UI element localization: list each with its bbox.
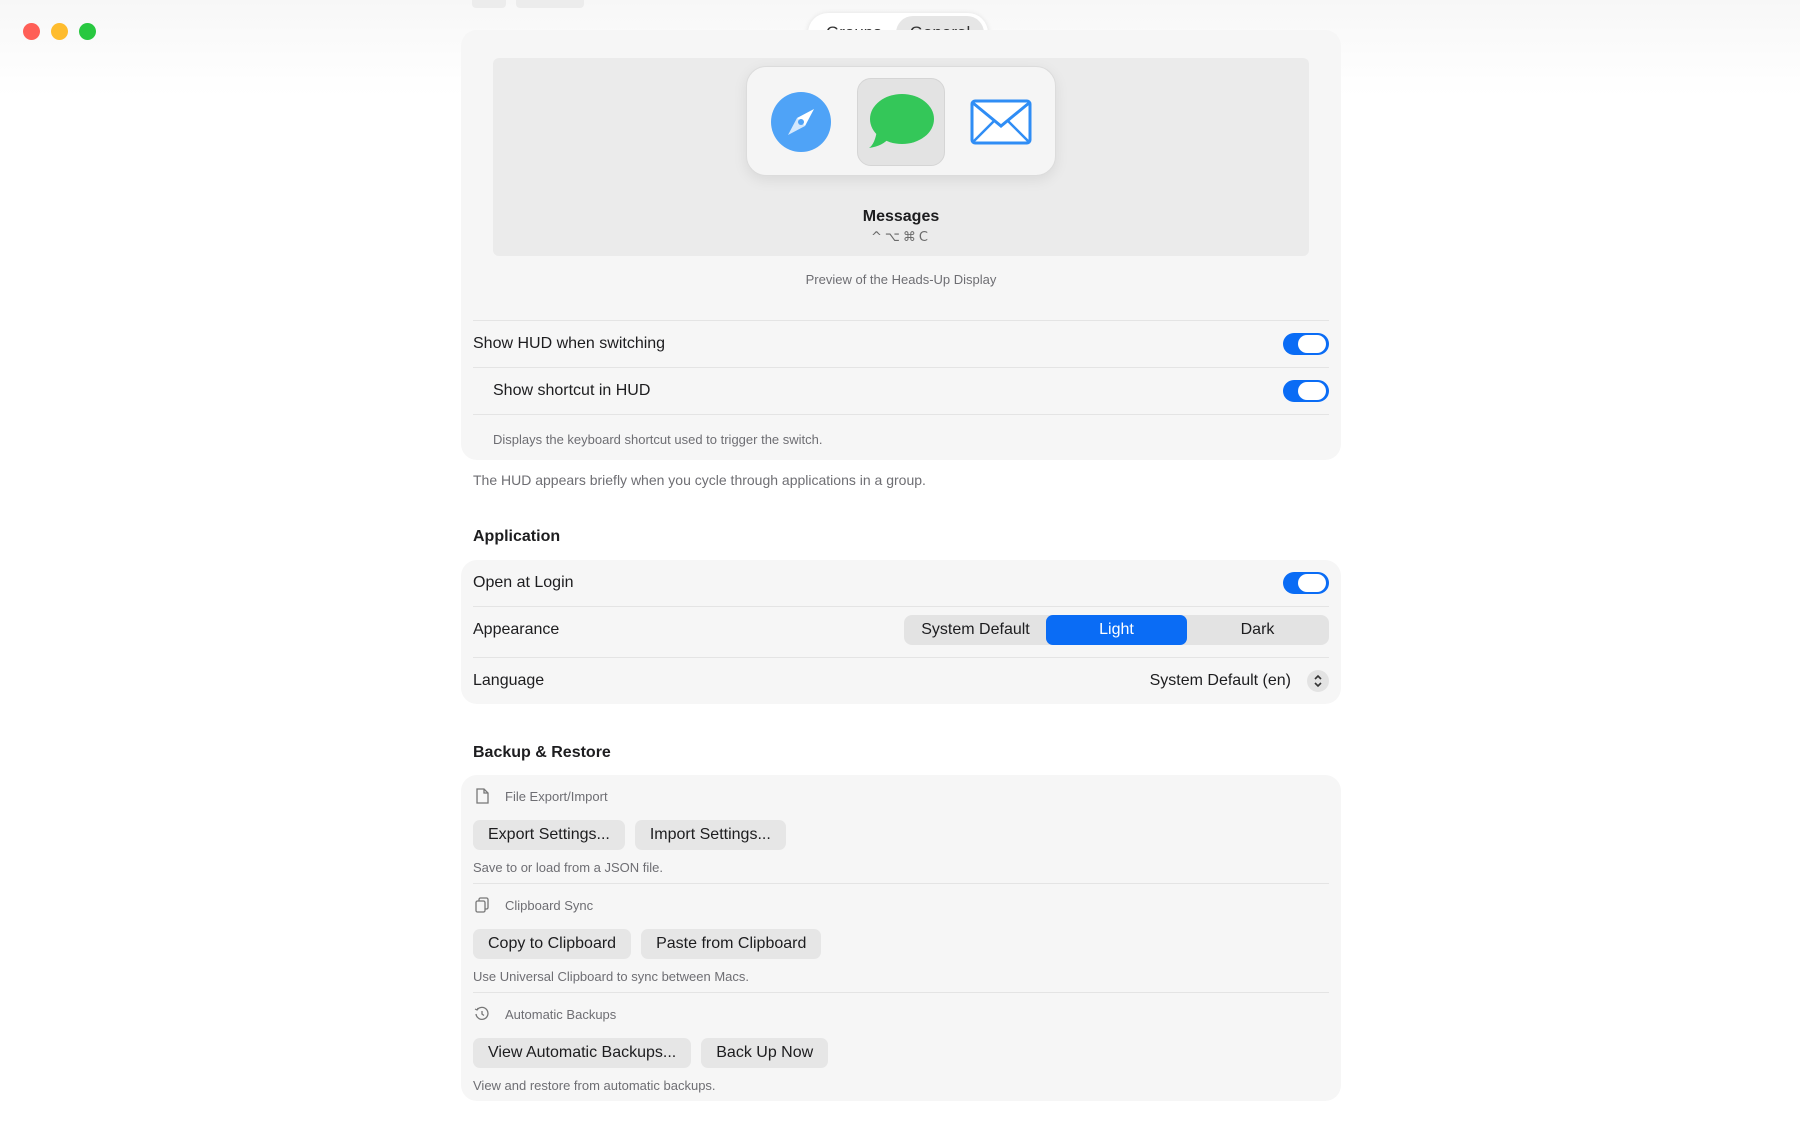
hud-panel	[746, 66, 1056, 176]
hud-app-mail	[957, 78, 1045, 166]
import-settings-button[interactable]: Import Settings...	[634, 820, 786, 850]
traffic-lights	[23, 23, 96, 40]
hud-settings-card: Messages ^⌥⌘C Preview of the Heads-Up Di…	[461, 30, 1341, 460]
show-shortcut-row: Show shortcut in HUD	[493, 368, 1329, 414]
hud-preview: Messages ^⌥⌘C	[493, 58, 1309, 256]
appearance-option-system-default[interactable]: System Default	[905, 615, 1046, 645]
document-icon	[473, 787, 491, 805]
settings-window: Groups General	[0, 0, 1800, 1125]
hud-shortcut: ^⌥⌘C	[871, 230, 931, 245]
appearance-row: Appearance System Default Light Dark	[473, 607, 1329, 653]
envelope-icon	[970, 99, 1032, 145]
show-shortcut-label: Show shortcut in HUD	[493, 382, 651, 399]
minimize-window-button[interactable]	[51, 23, 68, 40]
appearance-option-dark[interactable]: Dark	[1187, 615, 1328, 645]
hud-app-messages	[857, 78, 945, 166]
group-note: Save to or load from a JSON file.	[473, 860, 664, 875]
appearance-option-light[interactable]: Light	[1046, 615, 1187, 645]
view-automatic-backups-button[interactable]: View Automatic Backups...	[473, 1038, 692, 1068]
group-title: Clipboard Sync	[505, 897, 594, 913]
preview-caption: Preview of the Heads-Up Display	[805, 272, 997, 287]
zoom-window-button[interactable]	[79, 23, 96, 40]
language-label: Language	[473, 672, 545, 689]
show-shortcut-note: Displays the keyboard shortcut used to t…	[493, 432, 823, 447]
show-hud-label: Show HUD when switching	[473, 335, 666, 352]
divider	[473, 883, 1329, 884]
group-title: File Export/Import	[505, 788, 608, 804]
show-shortcut-toggle[interactable]	[1283, 380, 1329, 402]
backup-card: File Export/Import Export Settings... Im…	[461, 775, 1341, 1101]
backup-group-automatic: Automatic Backups View Automatic Backups…	[473, 1004, 1329, 1093]
scrolled-content-edge	[472, 0, 584, 8]
history-clock-icon	[473, 1005, 491, 1023]
language-row: Language System Default (en)	[473, 658, 1329, 704]
chevron-up-down-icon	[1307, 670, 1329, 692]
hud-app-safari	[757, 78, 845, 166]
application-section-title: Application	[473, 528, 561, 545]
group-note: View and restore from automatic backups.	[473, 1078, 716, 1093]
application-card: Open at Login Appearance System Default …	[461, 560, 1341, 704]
clipboard-icon	[473, 896, 491, 914]
open-at-login-label: Open at Login	[473, 574, 574, 591]
backup-section-title: Backup & Restore	[473, 744, 611, 761]
divider	[473, 992, 1329, 993]
divider	[473, 414, 1329, 415]
paste-from-clipboard-button[interactable]: Paste from Clipboard	[641, 929, 822, 959]
language-popup[interactable]: System Default (en)	[1150, 670, 1329, 692]
group-note: Use Universal Clipboard to sync between …	[473, 969, 750, 984]
back-up-now-button[interactable]: Back Up Now	[701, 1038, 829, 1068]
open-at-login-row: Open at Login	[473, 560, 1329, 606]
appearance-label: Appearance	[473, 621, 560, 638]
backup-group-clipboard: Clipboard Sync Copy to Clipboard Paste f…	[473, 895, 1329, 984]
copy-to-clipboard-button[interactable]: Copy to Clipboard	[473, 929, 632, 959]
message-bubble-icon	[869, 94, 934, 148]
show-hud-toggle[interactable]	[1283, 333, 1329, 355]
hud-app-name: Messages	[862, 208, 940, 225]
close-window-button[interactable]	[23, 23, 40, 40]
open-at-login-toggle[interactable]	[1283, 572, 1329, 594]
hud-section-note: The HUD appears briefly when you cycle t…	[473, 472, 926, 488]
compass-icon	[771, 92, 831, 152]
language-value: System Default (en)	[1149, 672, 1291, 689]
appearance-segmented-control: System Default Light Dark	[904, 615, 1329, 645]
show-hud-row: Show HUD when switching	[473, 321, 1329, 367]
export-settings-button[interactable]: Export Settings...	[473, 820, 625, 850]
group-title: Automatic Backups	[505, 1006, 617, 1022]
backup-group-file: File Export/Import Export Settings... Im…	[473, 786, 1329, 875]
